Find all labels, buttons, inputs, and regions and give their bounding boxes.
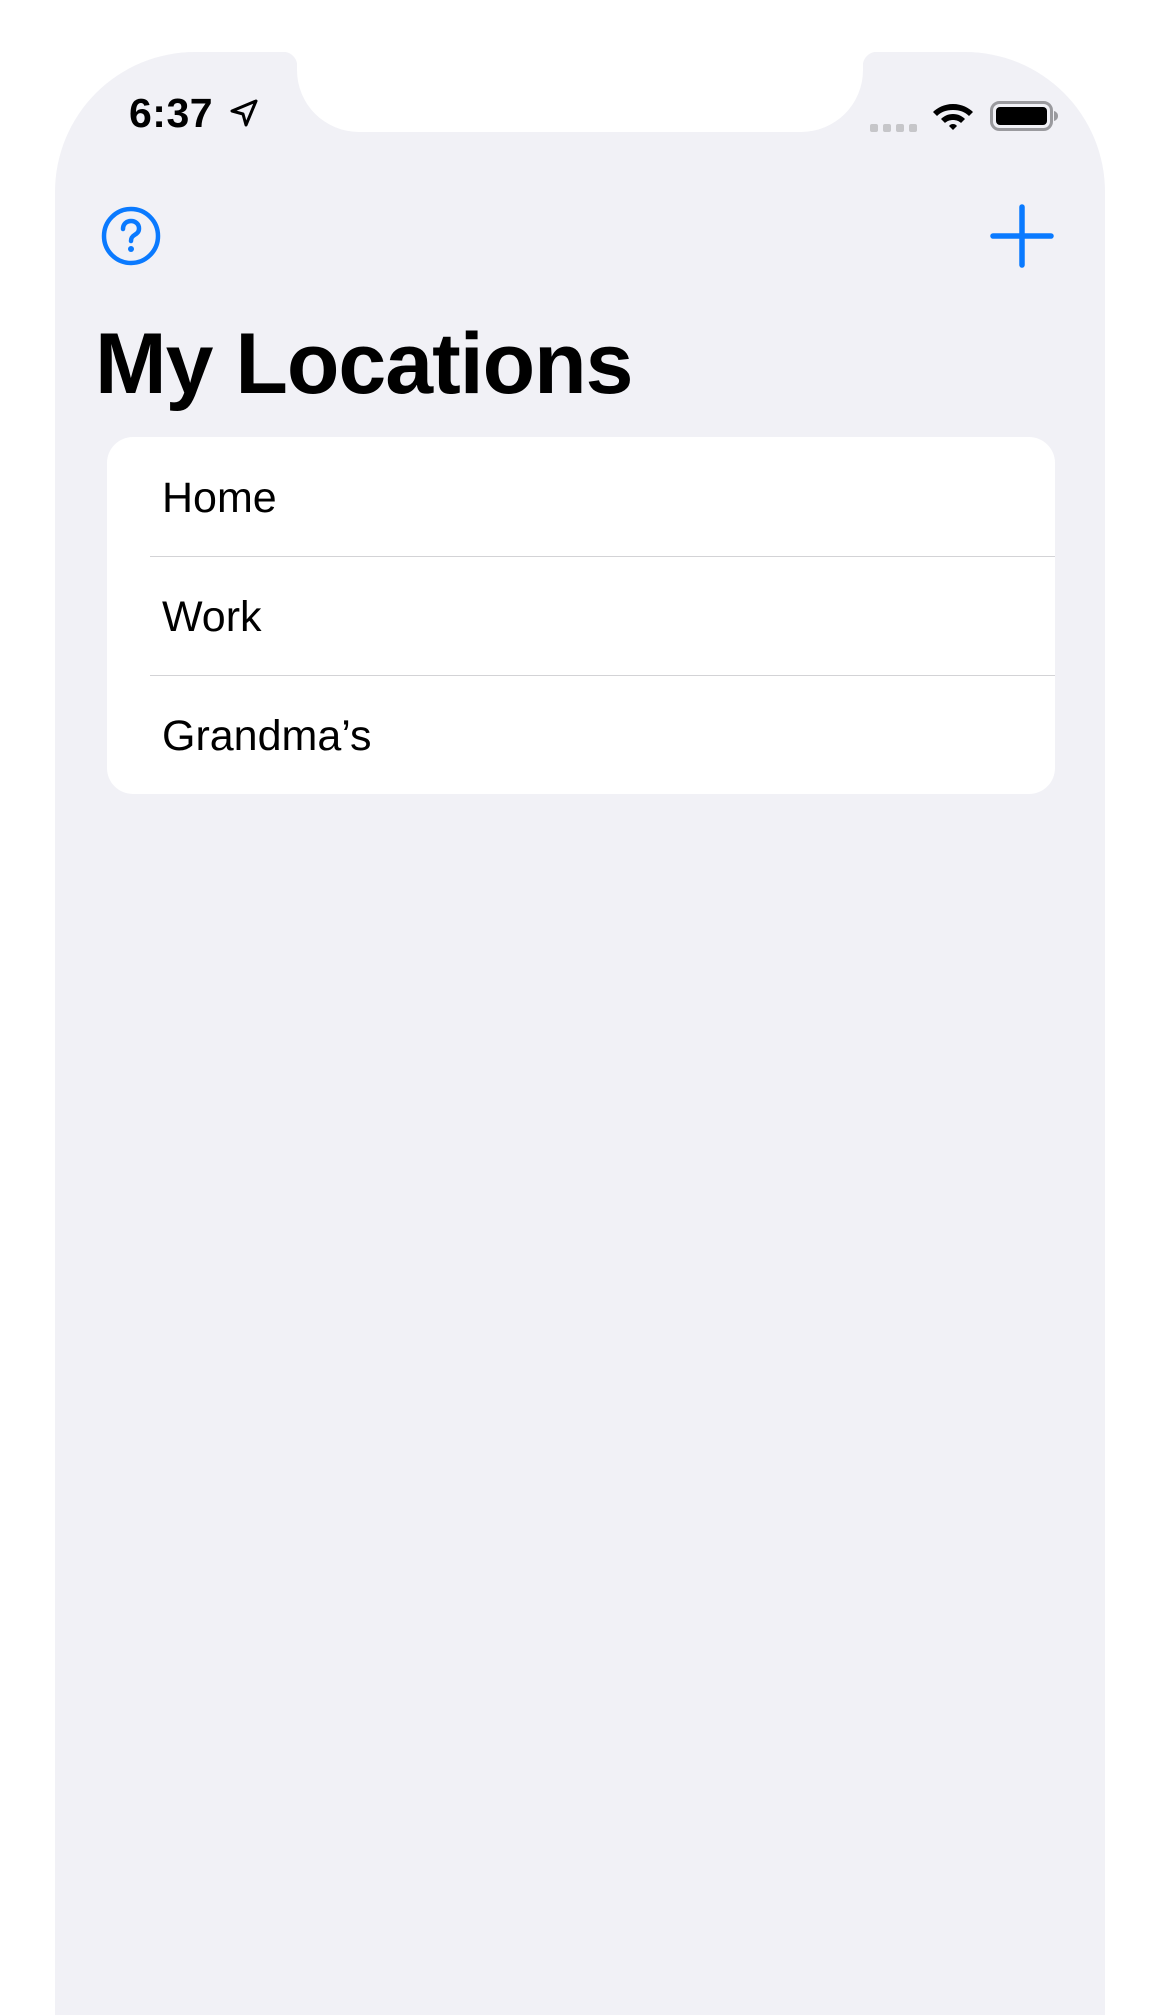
list-item-label: Home [162, 474, 277, 522]
status-time: 6:37 [129, 90, 214, 136]
add-button[interactable] [990, 204, 1054, 268]
page-title: My Locations [95, 316, 634, 412]
notch [283, 52, 877, 132]
list-item-grandmas[interactable]: Grandma’s [107, 675, 1055, 794]
battery-icon [990, 101, 1058, 131]
list-item-label: Grandma’s [162, 712, 372, 760]
wifi-icon [933, 104, 973, 130]
locations-list: Home Work Grandma’s [107, 437, 1055, 794]
cellular-signal-icon [870, 124, 917, 132]
help-button[interactable] [100, 205, 162, 267]
list-item-work[interactable]: Work [107, 556, 1055, 675]
screen: 6:37 My Locations Home Work Grandma’s [55, 52, 1105, 2015]
list-item-home[interactable]: Home [107, 437, 1055, 556]
location-arrow-icon [230, 99, 258, 127]
list-item-label: Work [162, 593, 262, 641]
